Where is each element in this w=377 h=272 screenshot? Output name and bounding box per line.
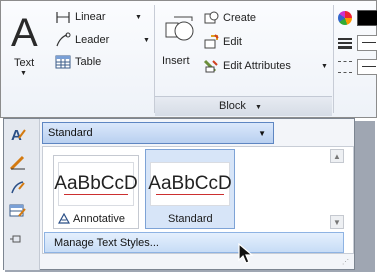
create-block-icon: [204, 11, 219, 24]
table-icon: [55, 55, 71, 69]
linetype-icon[interactable]: [338, 61, 352, 73]
edit-attributes-caret-icon: ▼: [321, 63, 328, 70]
text-button-label: Text: [14, 57, 35, 69]
leader-icon: [56, 32, 71, 47]
pin-icon: [10, 235, 21, 243]
style-sample: AaBbCcD: [148, 162, 232, 206]
chevron-down-icon: ▼: [258, 129, 266, 138]
linear-dimension-button[interactable]: Linear ▼: [55, 9, 151, 27]
multileader-style-button[interactable]: [7, 177, 29, 197]
insert-label: Insert: [162, 55, 190, 67]
block-panel-caret-icon: ▼: [255, 104, 262, 111]
dimension-style-button[interactable]: [7, 153, 29, 173]
linear-caret-icon: ▼: [135, 14, 142, 21]
sample-underline: [64, 194, 128, 195]
panel-separator: [333, 5, 334, 113]
mouse-cursor-icon: [238, 243, 254, 264]
gallery-scroll-up-button[interactable]: ▲: [330, 149, 344, 163]
color-swatch[interactable]: [357, 10, 377, 26]
linetype-field[interactable]: [357, 59, 377, 75]
insert-button[interactable]: Insert: [159, 9, 199, 77]
annotation-tool-strip: A: [4, 119, 40, 270]
leader-label: Leader: [75, 34, 110, 46]
leader-button[interactable]: Leader ▼: [55, 31, 151, 49]
leader-caret-icon: ▼: [143, 37, 150, 44]
gallery-scroll-down-button[interactable]: ▼: [330, 215, 344, 229]
color-wheel-icon[interactable]: [338, 11, 352, 25]
table-button[interactable]: Table: [55, 53, 151, 71]
annotative-icon: [58, 213, 70, 224]
manage-text-styles-button[interactable]: Manage Text Styles...: [44, 232, 344, 253]
large-a-icon: A: [11, 11, 38, 55]
linear-dimension-icon: [56, 12, 70, 23]
edit-block-button[interactable]: Edit: [203, 33, 283, 51]
leader-style-icon: [11, 181, 25, 194]
current-text-style-select[interactable]: Standard ▼: [42, 122, 274, 144]
resize-grip-icon[interactable]: ⋰: [342, 258, 375, 270]
style-tile-standard[interactable]: AaBbCcD Standard: [145, 149, 235, 229]
create-label: Create: [223, 12, 257, 24]
table-style-button[interactable]: [7, 201, 29, 221]
text-style-icon: A: [11, 127, 26, 142]
edit-block-icon: [204, 34, 219, 49]
style-sample: AaBbCcD: [54, 162, 138, 206]
block-panel-title: Block: [219, 100, 246, 112]
linear-label: Linear: [75, 11, 106, 23]
current-text-style-value: Standard: [48, 127, 93, 139]
create-block-button[interactable]: Create: [203, 9, 283, 27]
pencil-icon: [9, 155, 25, 171]
style-name: Annotative: [73, 213, 125, 225]
text-style-button[interactable]: A: [7, 124, 29, 144]
svg-text:A: A: [11, 127, 22, 142]
style-tile-annotative[interactable]: AaBbCcD Annotative: [53, 155, 139, 229]
sample-underline: [156, 194, 224, 195]
table-style-icon: [9, 204, 26, 217]
text-button-caret-icon: ▼: [20, 70, 27, 77]
manage-text-styles-label: Manage Text Styles...: [54, 237, 159, 249]
edit-attributes-icon: [203, 59, 218, 73]
block-panel-footer[interactable]: Block ▼: [155, 96, 332, 116]
lineweight-icon[interactable]: [338, 37, 352, 49]
lineweight-field[interactable]: [357, 35, 377, 51]
ribbon: A Text ▼ Linear ▼ Leader ▼ Table Insert …: [0, 0, 377, 118]
edit-attributes-label: Edit Attributes: [223, 60, 291, 72]
edit-label: Edit: [223, 36, 242, 48]
text-button[interactable]: A Text ▼: [3, 3, 45, 77]
pin-button[interactable]: [5, 229, 27, 249]
table-label: Table: [75, 56, 102, 68]
edit-attributes-button[interactable]: Edit Attributes ▼: [203, 57, 329, 75]
style-name: Standard: [168, 213, 213, 225]
insert-block-icon: [165, 16, 194, 41]
